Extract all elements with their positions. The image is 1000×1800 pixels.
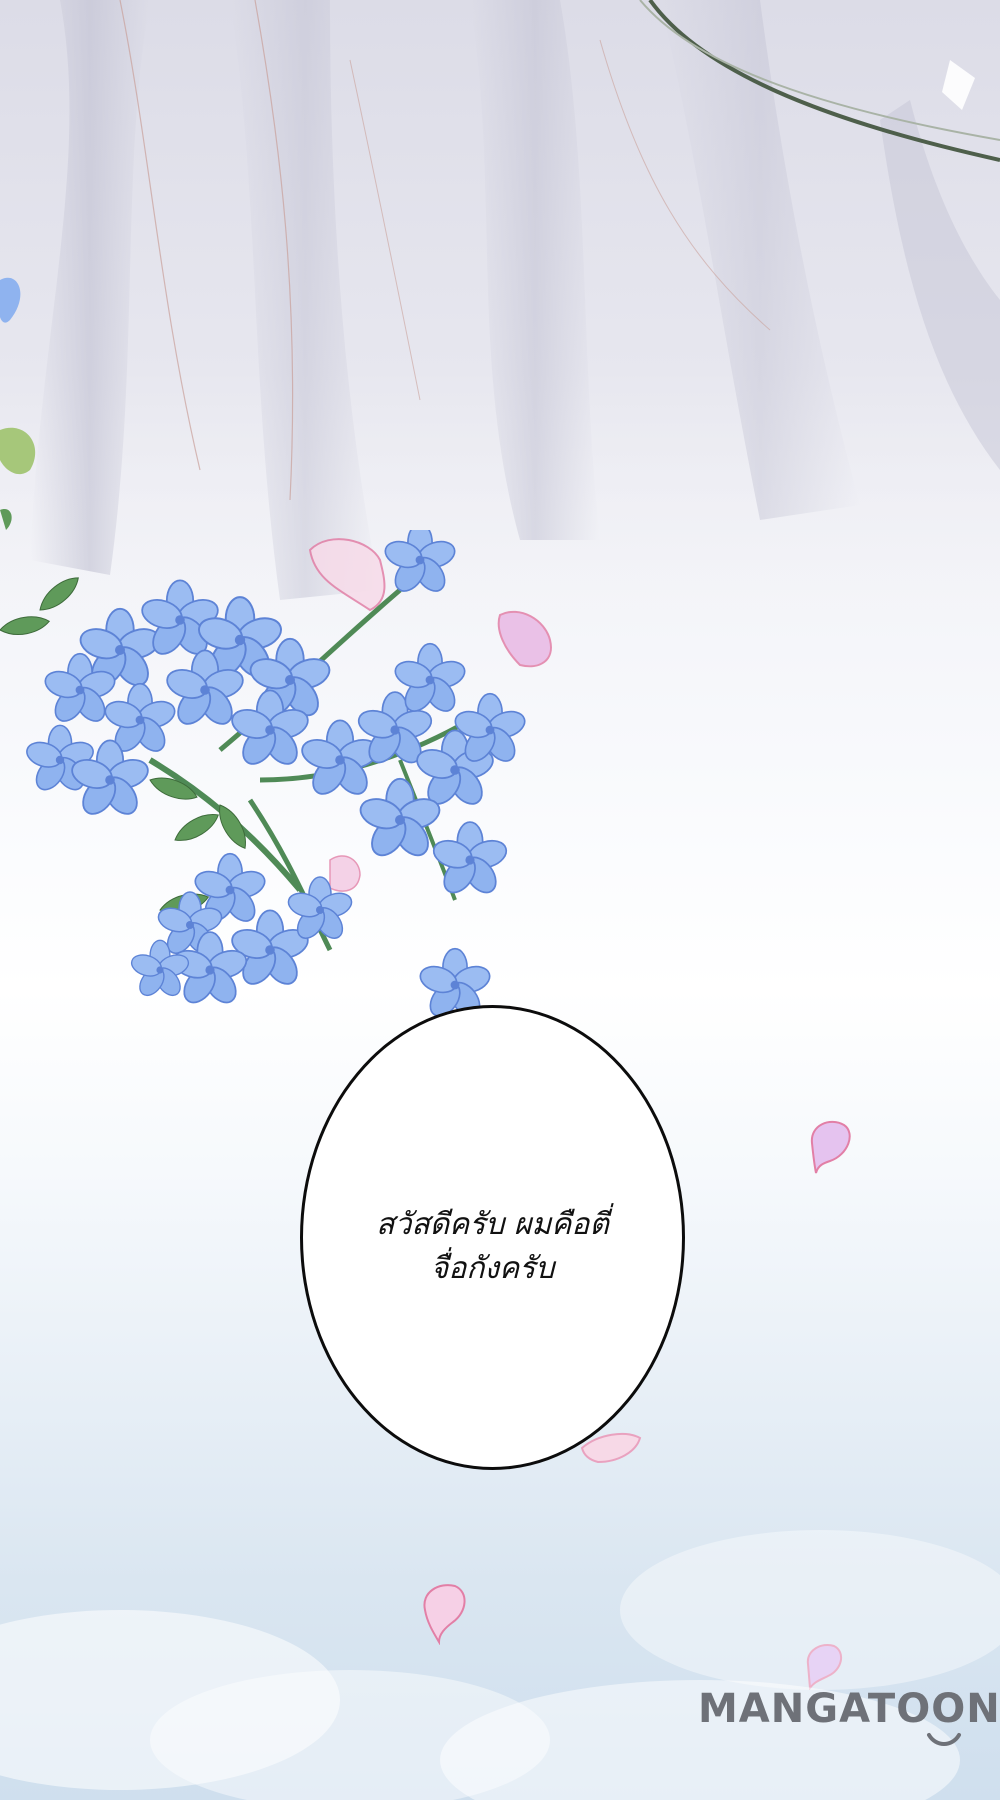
speech-text: สวัสดีครับ ผมคือตี่ จื่อกังครับ <box>303 1203 682 1291</box>
speech-line-1: สวัสดีครับ ผมคือตี่ <box>376 1207 609 1242</box>
watermark-text: MANGATOON <box>698 1686 1000 1732</box>
smile-icon <box>927 1733 961 1746</box>
blue-flower-cluster-icon <box>0 530 552 1023</box>
speech-line-2: จื่อกังครับ <box>430 1251 555 1286</box>
pink-petal-icon <box>810 1120 851 1174</box>
robe-drape-icon <box>0 0 1000 620</box>
comic-panel: สวัสดีครับ ผมคือตี่ จื่อกังครับ MANGATOO… <box>0 0 1000 1800</box>
mangatoon-watermark: MANGATOON <box>698 1686 1000 1756</box>
speech-bubble: สวัสดีครับ ผมคือตี่ จื่อกังครับ <box>300 1005 685 1470</box>
